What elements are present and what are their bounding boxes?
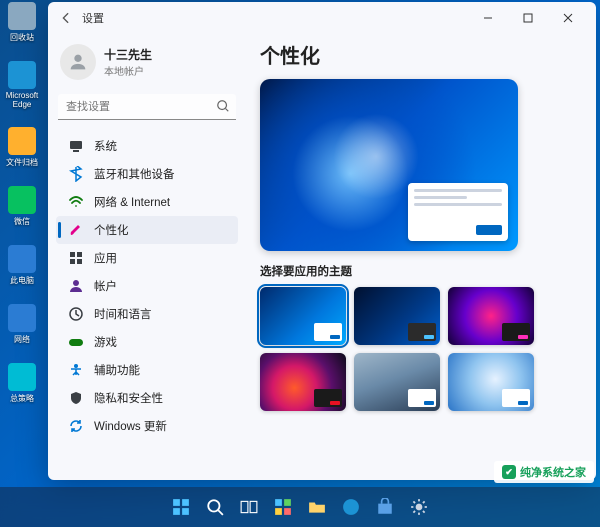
sidebar-item-accounts[interactable]: 帐户 [56,272,238,300]
theme-flower-dark[interactable] [260,353,346,411]
sidebar-item-bluetooth[interactable]: 蓝牙和其他设备 [56,160,238,188]
sidebar-item-label: 隐私和安全性 [94,390,163,406]
sidebar-item-label: 游戏 [94,334,117,350]
desktop-icon-总策略[interactable]: 总策略 [2,363,42,404]
sidebar-item-apps[interactable]: 应用 [56,244,238,272]
maximize-button[interactable] [508,4,548,32]
theme-neon[interactable] [448,287,534,345]
desktop-icon-此电脑[interactable]: 此电脑 [2,245,42,286]
taskbar-store[interactable] [371,493,399,521]
taskbar-search[interactable] [201,493,229,521]
user-account[interactable]: 十三先生 本地帐户 [56,38,238,90]
desktop-icon-网络[interactable]: 网络 [2,304,42,345]
search-icon [216,99,230,118]
theme-grey-light[interactable] [354,353,440,411]
nav-list: 系统蓝牙和其他设备网络 & Internet 个性化应用帐户时间和语言游戏辅助功能… [56,132,238,440]
sidebar-item-label: 蓝牙和其他设备 [94,166,175,182]
theme-card-preview [502,323,530,341]
preview-accent-button [476,225,502,235]
taskbar [0,487,600,527]
theme-card-preview [502,389,530,407]
desktop-icon-回收站[interactable]: 回收站 [2,2,42,43]
person-icon [68,278,84,294]
sidebar-item-system[interactable]: 系统 [56,132,238,160]
theme-dark-blue[interactable] [354,287,440,345]
back-button[interactable] [56,8,76,28]
sidebar-item-label: 网络 & Internet [94,194,170,210]
sidebar-item-network[interactable]: 网络 & Internet [56,188,238,216]
sidebar-item-privacy[interactable]: 隐私和安全性 [56,384,238,412]
theme-grid [260,287,582,411]
sidebar-item-label: 辅助功能 [94,362,140,378]
sidebar-item-label: 帐户 [94,278,117,294]
theme-light-blue[interactable] [260,287,346,345]
taskbar-start[interactable] [167,493,195,521]
theme-swirl-light[interactable] [448,353,534,411]
sidebar-item-label: 时间和语言 [94,306,152,322]
sidebar-item-label: Windows 更新 [94,418,167,434]
theme-card-preview [408,389,436,407]
watermark: ✔ 纯净系统之家 [494,461,594,483]
desktop-icon-微信[interactable]: 微信 [2,186,42,227]
theme-card-preview [314,323,342,341]
sidebar-item-label: 个性化 [94,222,129,238]
taskbar-edge[interactable] [337,493,365,521]
clock-icon [68,306,84,322]
theme-card-preview [408,323,436,341]
shield-icon [68,390,84,406]
user-name: 十三先生 [104,46,152,63]
sidebar-item-time[interactable]: 时间和语言 [56,300,238,328]
close-button[interactable] [548,4,588,32]
bluetooth-icon [68,166,84,182]
desktop-icon-文件归档[interactable]: 文件归档 [2,127,42,168]
wifi-icon [68,194,84,210]
window-title: 设置 [82,10,104,26]
minimize-button[interactable] [468,4,508,32]
search-input[interactable] [58,94,236,120]
preview-window-card [408,183,508,241]
game-icon [68,334,84,350]
monitor-icon [68,138,84,154]
page-title: 个性化 [260,40,582,69]
taskbar-settings[interactable] [405,493,433,521]
avatar-icon [60,44,96,80]
taskbar-widgets[interactable] [269,493,297,521]
grid-icon [68,250,84,266]
taskbar-explorer[interactable] [303,493,331,521]
sidebar-item-accessibility[interactable]: 辅助功能 [56,356,238,384]
main-panel: 个性化 选择要应用的主题 [246,34,596,480]
sidebar-item-gaming[interactable]: 游戏 [56,328,238,356]
sidebar: 十三先生 本地帐户 系统蓝牙和其他设备网络 & Internet 个性化应用帐户时… [48,34,246,480]
settings-window: 设置 十三先生 本地帐户 系统蓝牙和其他设备网络 & Internet 个性化应用… [48,2,596,480]
brush-icon [68,222,84,238]
sidebar-item-personalization[interactable]: 个性化 [56,216,238,244]
theme-card-preview [314,389,342,407]
theme-preview [260,79,518,251]
sidebar-item-label: 系统 [94,138,117,154]
desktop-icon-Microsoft Edge[interactable]: Microsoft Edge [2,61,42,109]
sidebar-item-label: 应用 [94,250,117,266]
sidebar-item-update[interactable]: Windows 更新 [56,412,238,440]
watermark-icon: ✔ [502,465,516,479]
titlebar: 设置 [48,2,596,34]
taskbar-taskview[interactable] [235,493,263,521]
search-box [58,94,236,120]
watermark-text: 纯净系统之家 [520,464,586,480]
user-type: 本地帐户 [104,63,152,78]
themes-section-label: 选择要应用的主题 [260,263,582,279]
access-icon [68,362,84,378]
sync-icon [68,418,84,434]
desktop-icons: 回收站 Microsoft Edge 文件归档微信此电脑网络总策略 [2,2,46,404]
